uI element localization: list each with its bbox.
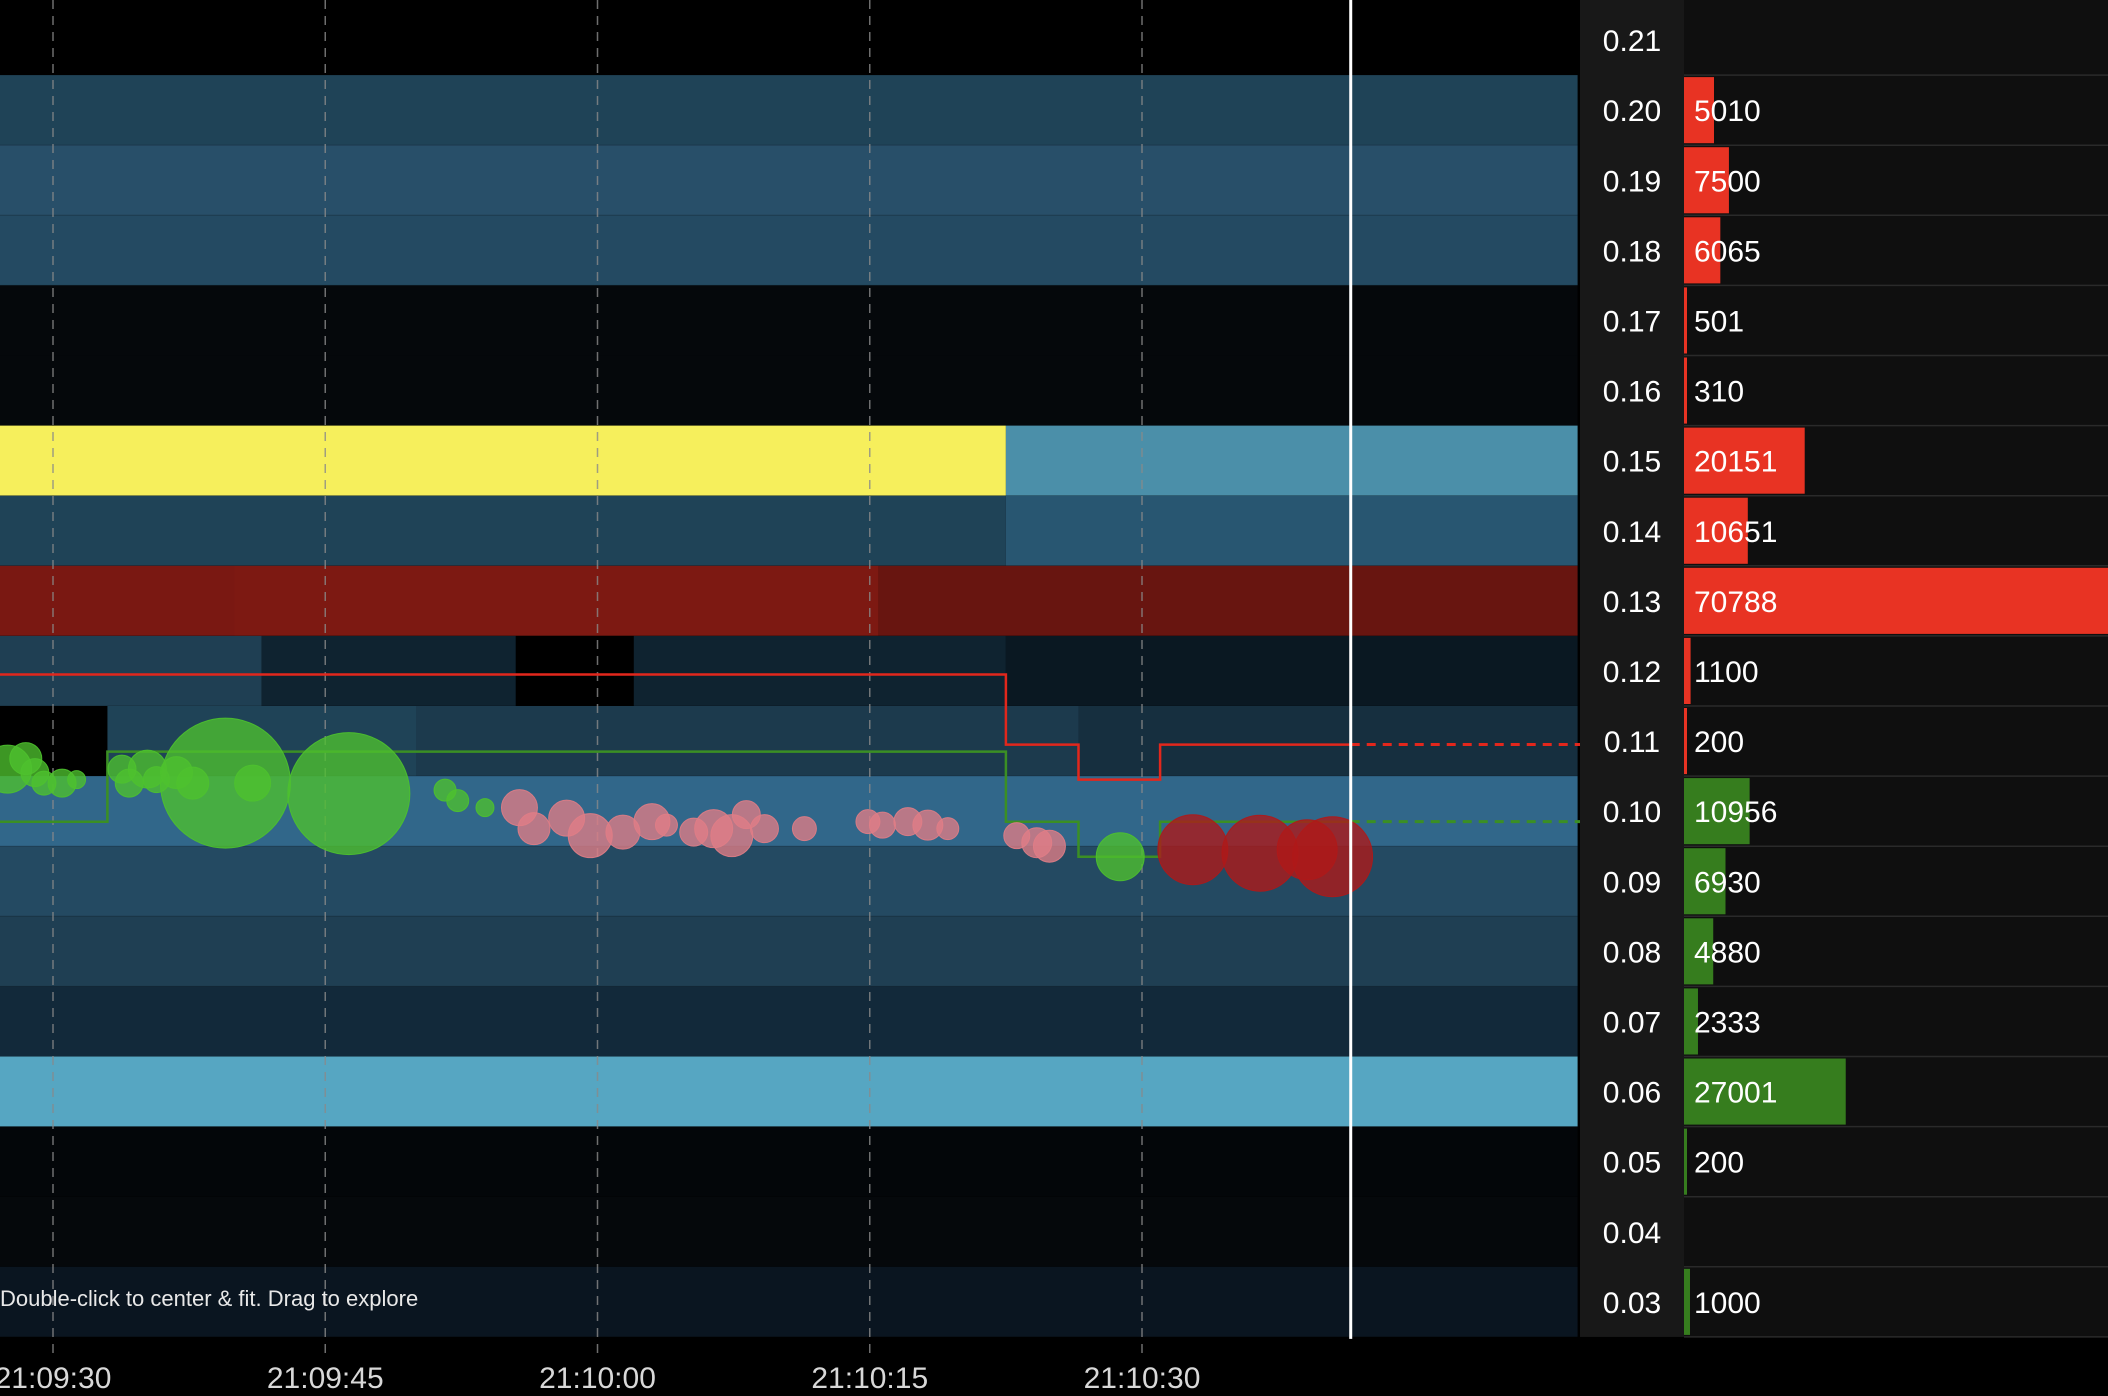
sell-trade-bubble: [654, 813, 678, 837]
price-axis: 0.21 0.20 0.19 0.18 0.17 0.16 0.15 0.14 0.13 0.12…: [1580, 0, 1684, 1337]
buy-trade-bubble: [1095, 832, 1145, 882]
buy-trade-bubble: [287, 732, 411, 856]
volume-label: 200: [1694, 1147, 1744, 1180]
time-tick-label: 21:10:15: [811, 1362, 928, 1395]
depth-cell: [0, 1126, 1578, 1197]
price-label: 0.13: [1603, 586, 1661, 619]
depth-cell: [1005, 495, 1578, 566]
volume-label: 70788: [1694, 586, 1777, 619]
bid-volume-bar: [1684, 1268, 1690, 1335]
sell-trade-bubble: [1032, 829, 1066, 863]
buy-trade-bubble: [446, 789, 470, 813]
depth-cell: [0, 425, 1006, 496]
depth-cell: [0, 75, 1578, 146]
price-label: 0.04: [1603, 1217, 1661, 1250]
price-label: 0.14: [1603, 516, 1661, 549]
volume-label: 10651: [1694, 516, 1777, 549]
depth-cell: [1005, 635, 1578, 706]
depth-cell: [0, 355, 1578, 426]
volume-label: 1000: [1694, 1287, 1761, 1320]
depth-cell: [0, 215, 1578, 286]
bid-volume-bar: [1684, 1128, 1687, 1195]
depth-cell: [1005, 425, 1578, 496]
price-label: 0.15: [1603, 446, 1661, 479]
price-label: 0.18: [1603, 235, 1661, 268]
volume-label: 1100: [1694, 656, 1759, 689]
buy-trade-bubble: [67, 770, 87, 790]
ask-volume-bar: [1684, 287, 1688, 354]
volume-label: 7500: [1694, 165, 1761, 198]
depth-heatmap: [0, 74, 1580, 1338]
sell-trade-bubble: [791, 816, 817, 842]
volume-label: 20151: [1694, 446, 1777, 479]
volume-label: 6065: [1694, 235, 1761, 268]
volume-label: 10956: [1694, 796, 1777, 829]
volume-label: 4880: [1694, 936, 1761, 969]
depth-cell: [633, 635, 1006, 706]
buy-trade-bubble: [234, 764, 272, 802]
interaction-hint: Double-click to center & fit. Drag to ex…: [0, 1286, 419, 1311]
depth-cell: [0, 635, 262, 706]
time-tick-label: 21:10:30: [1084, 1362, 1201, 1395]
depth-cell: [1078, 706, 1578, 777]
depth-cell: [0, 495, 1006, 566]
volume-label: 200: [1694, 726, 1744, 759]
price-label: 0.16: [1603, 376, 1661, 409]
volume-label: 6930: [1694, 866, 1761, 899]
price-label: 0.08: [1603, 936, 1661, 969]
depth-cell: [416, 706, 1079, 777]
buy-trade-bubble: [475, 798, 495, 818]
volume-label: 5010: [1694, 95, 1761, 128]
sell-trade-bubble: [936, 817, 960, 841]
price-label: 0.10: [1603, 796, 1661, 829]
depth-cell: [0, 916, 1578, 987]
price-label: 0.20: [1603, 95, 1661, 128]
depth-cell: [0, 285, 1578, 356]
volume-label: 501: [1694, 305, 1744, 338]
price-label: 0.03: [1603, 1287, 1661, 1320]
depth-cell: [0, 565, 235, 636]
price-label: 0.09: [1603, 866, 1661, 899]
ask-volume-bar: [1684, 708, 1687, 775]
sell-trade-bubble: [1276, 819, 1338, 881]
sell-trade-bubble: [517, 812, 551, 846]
volume-profile: 5010 7500 6065 501 310 20151 10651 70788 1100 200…: [1684, 0, 2108, 1338]
volume-label: 310: [1694, 376, 1744, 409]
price-label: 0.17: [1603, 305, 1661, 338]
sell-trade-bubble: [749, 814, 779, 844]
price-label: 0.07: [1603, 1006, 1661, 1039]
price-label: 0.11: [1604, 726, 1660, 759]
depth-cell: [0, 986, 1578, 1057]
price-label: 0.19: [1603, 165, 1661, 198]
depth-cell: [234, 565, 879, 636]
sell-trade-bubble: [567, 813, 613, 859]
ask-volume-bar: [1684, 637, 1691, 704]
time-tick-label: 21:10:00: [539, 1362, 656, 1395]
price-label: 0.21: [1603, 25, 1661, 58]
time-tick-label: 21:09:30: [0, 1362, 111, 1395]
depth-cell: [0, 1196, 1578, 1267]
price-label: 0.06: [1603, 1077, 1661, 1110]
depth-cell: [878, 565, 1578, 636]
ask-volume-bar: [1684, 357, 1687, 424]
price-label: 0.12: [1603, 656, 1661, 689]
price-label: 0.05: [1603, 1147, 1661, 1180]
volume-label: 27001: [1694, 1077, 1777, 1110]
volume-label: 2333: [1694, 1006, 1761, 1039]
depth-cell: [0, 145, 1578, 216]
depth-cell: [515, 635, 634, 706]
order-book-heatmap-chart[interactable]: 0.21 0.20 0.19 0.18 0.17 0.16 0.15 0.14 0.13 0.12…: [0, 0, 2108, 1396]
sell-trade-bubble: [868, 811, 896, 839]
depth-cell: [261, 635, 516, 706]
depth-cell: [0, 1056, 1578, 1127]
sell-trade-bubble: [1157, 814, 1229, 886]
time-tick-label: 21:09:45: [267, 1362, 384, 1395]
